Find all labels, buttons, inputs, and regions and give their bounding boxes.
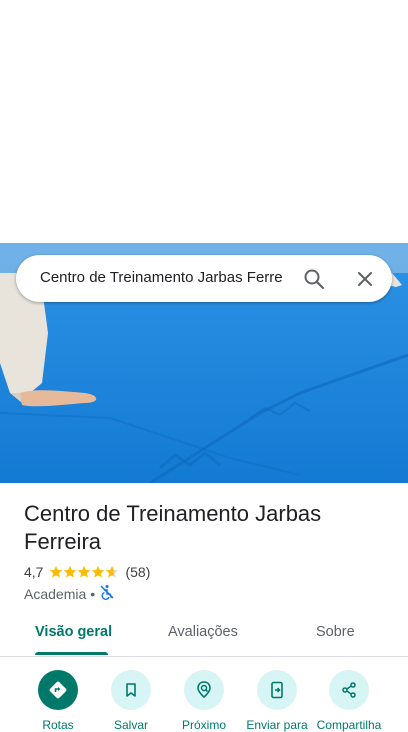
review-count[interactable]: (58) (125, 564, 150, 580)
tab-overview[interactable]: Visão geral (35, 624, 112, 640)
search-bar[interactable]: Centro de Treinamento Jarbas Ferre (16, 255, 392, 302)
nearby-button[interactable]: Próximo (169, 670, 239, 732)
separator-dot: • (90, 585, 96, 602)
close-icon[interactable] (353, 267, 377, 291)
star-rating (49, 565, 119, 579)
search-icon[interactable] (302, 267, 326, 291)
stars-icon (50, 565, 119, 578)
save-button[interactable]: Salvar (96, 670, 166, 732)
category-row: Academia • (24, 584, 115, 603)
bookmark-icon (111, 670, 151, 710)
rating-row[interactable]: 4,7 (58) (24, 564, 150, 580)
send-to-phone-label: Enviar para (246, 718, 308, 732)
nearby-icon (184, 670, 224, 710)
nearby-label: Próximo (181, 718, 226, 732)
save-label: Salvar (113, 718, 148, 732)
directions-label: Rotas (42, 718, 74, 732)
rating-value: 4,7 (24, 564, 44, 580)
share-button[interactable]: Compartilha (314, 670, 384, 732)
directions-button[interactable]: Rotas (23, 670, 93, 732)
tab-about[interactable]: Sobre (316, 624, 355, 640)
share-icon (329, 670, 369, 710)
category-label: Academia (24, 585, 87, 602)
tab-reviews[interactable]: Avaliações (168, 624, 238, 640)
search-input[interactable]: Centro de Treinamento Jarbas Ferre (40, 269, 290, 286)
active-tab-indicator (35, 652, 108, 655)
place-title: Centro de Treinamento Jarbas Ferreira (24, 501, 322, 554)
share-label: Compartilha (316, 718, 382, 732)
tab-bar: Visão geral Avaliações Sobre (0, 616, 408, 657)
action-bar: Rotas Salvar Próximo Enviar para Compart… (0, 668, 408, 732)
send-to-phone-icon (257, 670, 297, 710)
not-accessible-icon (99, 584, 115, 603)
map-area[interactable] (0, 0, 408, 243)
send-to-phone-button[interactable]: Enviar para (242, 670, 312, 732)
directions-icon (38, 670, 78, 710)
